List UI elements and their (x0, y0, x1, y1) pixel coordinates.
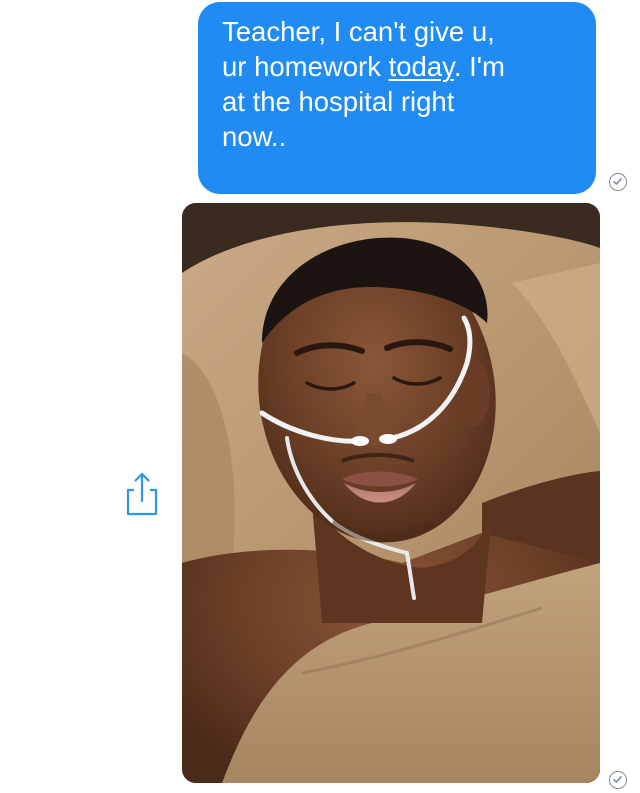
message-line-2: ur homework today. I'm (222, 51, 505, 82)
message-line-4: now.. (222, 121, 287, 152)
message-line-3: at the hospital right (222, 86, 455, 117)
share-icon[interactable] (120, 470, 164, 518)
delivered-receipt-icon (609, 771, 627, 789)
read-receipt-icon (609, 173, 627, 191)
message-text: Teacher, I can't give u, ur homework tod… (222, 14, 576, 154)
message-line-1: Teacher, I can't give u, (222, 16, 495, 47)
date-link[interactable]: today (389, 51, 454, 82)
photo-attachment[interactable] (182, 203, 600, 783)
outgoing-message-bubble[interactable]: Teacher, I can't give u, ur homework tod… (198, 2, 596, 194)
